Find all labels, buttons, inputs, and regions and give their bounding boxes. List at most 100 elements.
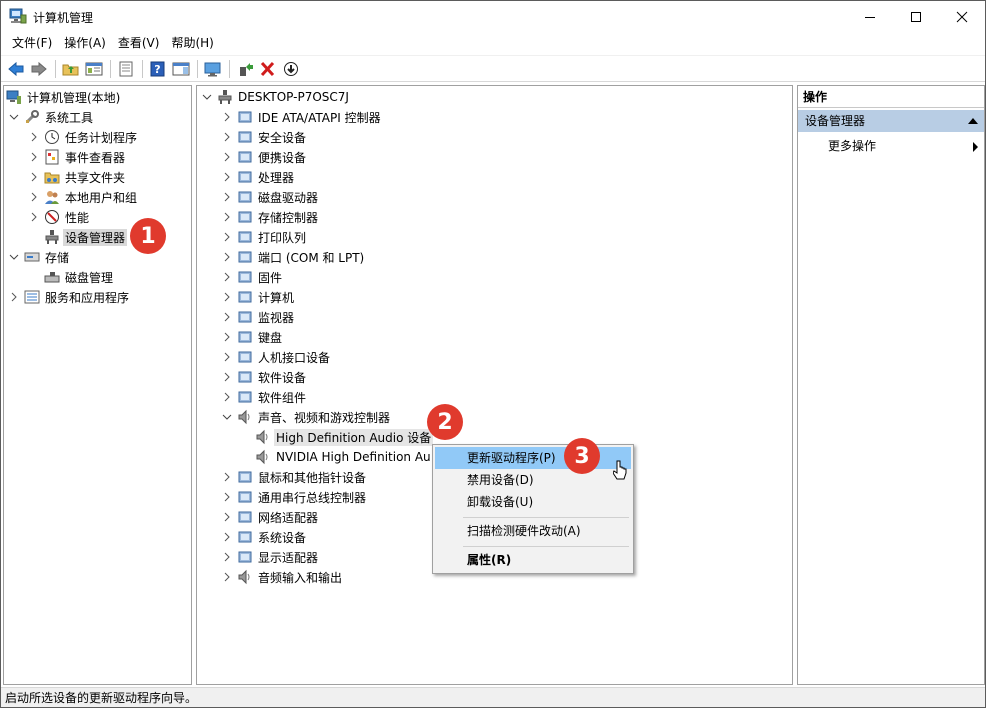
- device-category-19[interactable]: 系统设备: [221, 527, 308, 547]
- chevron-right-icon[interactable]: [221, 207, 233, 227]
- tree-item-event-viewer[interactable]: 事件查看器: [28, 147, 127, 167]
- chevron-right-icon[interactable]: [221, 527, 233, 547]
- actions-section-device-manager[interactable]: 设备管理器: [798, 110, 984, 132]
- device-category-9[interactable]: 计算机: [221, 287, 296, 307]
- tree-item-performance[interactable]: 性能: [28, 207, 91, 227]
- device-category-10[interactable]: 监视器: [221, 307, 296, 327]
- device-tree-root[interactable]: DESKTOP-P7OSC7J: [201, 87, 351, 107]
- scan-hardware-button[interactable]: [202, 58, 224, 80]
- tree-item-shared-folders[interactable]: 共享文件夹: [28, 167, 127, 187]
- menu-file[interactable]: 文件(F): [7, 33, 57, 53]
- shared-folder-icon: [44, 169, 60, 185]
- chevron-right-icon[interactable]: [28, 207, 40, 227]
- chevron-right-icon[interactable]: [221, 147, 233, 167]
- context-disable-device[interactable]: 禁用设备(D): [435, 469, 631, 491]
- context-update-driver[interactable]: 更新驱动程序(P): [435, 447, 631, 469]
- chevron-right-icon[interactable]: [221, 227, 233, 247]
- context-scan-hardware[interactable]: 扫描检测硬件改动(A): [435, 520, 631, 542]
- more-actions-item[interactable]: 更多操作: [828, 136, 978, 156]
- help-button[interactable]: ?: [147, 58, 169, 80]
- menu-view[interactable]: 查看(V): [113, 33, 165, 53]
- tree-item-computer-management[interactable]: 计算机管理(本地): [6, 87, 122, 107]
- device-category-21[interactable]: 音频输入和输出: [221, 567, 344, 587]
- chevron-right-icon[interactable]: [28, 127, 40, 147]
- show-action-pane-button[interactable]: [170, 58, 192, 80]
- device-category-3[interactable]: 处理器: [221, 167, 296, 187]
- device-category-14[interactable]: 软件组件: [221, 387, 308, 407]
- device-category-1[interactable]: 安全设备: [221, 127, 308, 147]
- device-category-0[interactable]: IDE ATA/ATAPI 控制器: [221, 107, 383, 127]
- collapse-arrow-icon[interactable]: [968, 118, 978, 124]
- download-circle-icon: [284, 61, 298, 76]
- device-category-20[interactable]: 显示适配器: [221, 547, 320, 567]
- menu-help[interactable]: 帮助(H): [166, 33, 218, 53]
- context-properties[interactable]: 属性(R): [435, 549, 631, 571]
- chevron-right-icon[interactable]: [28, 187, 40, 207]
- chevron-down-icon[interactable]: [8, 247, 20, 267]
- device-item-15-0[interactable]: High Definition Audio 设备: [255, 427, 434, 447]
- chevron-right-icon[interactable]: [221, 507, 233, 527]
- tree-item-storage[interactable]: 存储: [8, 247, 71, 267]
- device-category-2[interactable]: 便携设备: [221, 147, 308, 167]
- device-category-5[interactable]: 存储控制器: [221, 207, 320, 227]
- close-button[interactable]: [939, 1, 985, 32]
- tree-item-task-scheduler[interactable]: 任务计划程序: [28, 127, 139, 147]
- device-category-13[interactable]: 软件设备: [221, 367, 308, 387]
- device-category-7[interactable]: 端口 (COM 和 LPT): [221, 247, 366, 267]
- chevron-right-icon[interactable]: [221, 127, 233, 147]
- uninstall-device-button[interactable]: [257, 58, 279, 80]
- menu-action[interactable]: 操作(A): [59, 33, 111, 53]
- tree-item-system-tools[interactable]: 系统工具: [8, 107, 95, 127]
- up-folder-button[interactable]: [60, 58, 82, 80]
- chevron-down-icon[interactable]: [221, 407, 233, 427]
- chevron-right-icon[interactable]: [221, 567, 233, 587]
- chevron-right-icon[interactable]: [28, 167, 40, 187]
- device-category-17[interactable]: 通用串行总线控制器: [221, 487, 368, 507]
- chevron-right-icon[interactable]: [221, 107, 233, 127]
- device-category-8[interactable]: 固件: [221, 267, 284, 287]
- minimize-button[interactable]: [847, 1, 893, 32]
- device-item-15-1[interactable]: NVIDIA High Definition Au: [255, 447, 433, 467]
- chevron-down-icon[interactable]: [8, 107, 20, 127]
- device-category-6[interactable]: 打印队列: [221, 227, 308, 247]
- chevron-right-icon[interactable]: [221, 287, 233, 307]
- more-actions-label: 更多操作: [828, 139, 877, 153]
- device-category-12[interactable]: 人机接口设备: [221, 347, 332, 367]
- device-category-15[interactable]: 声音、视频和游戏控制器: [221, 407, 392, 427]
- chevron-right-icon[interactable]: [221, 387, 233, 407]
- chevron-right-icon[interactable]: [221, 467, 233, 487]
- update-driver-button[interactable]: [234, 58, 256, 80]
- maximize-button[interactable]: [893, 1, 939, 32]
- chevron-right-icon[interactable]: [221, 487, 233, 507]
- chevron-right-icon[interactable]: [28, 147, 40, 167]
- device-category-11[interactable]: 键盘: [221, 327, 284, 347]
- properties-sheet-button[interactable]: [115, 58, 137, 80]
- title-bar[interactable]: 计算机管理: [1, 1, 985, 32]
- device-category-4[interactable]: 磁盘驱动器: [221, 187, 320, 207]
- chevron-right-icon[interactable]: [221, 267, 233, 287]
- chevron-right-icon[interactable]: [221, 187, 233, 207]
- chevron-right-icon[interactable]: [221, 307, 233, 327]
- disable-device-button[interactable]: [280, 58, 302, 80]
- chevron-right-icon[interactable]: [221, 347, 233, 367]
- update-driver-icon: [240, 62, 253, 76]
- tree-item-services-apps[interactable]: 服务和应用程序: [8, 287, 131, 307]
- tree-item-device-manager[interactable]: 设备管理器: [44, 227, 128, 247]
- tree-item-local-users[interactable]: 本地用户和组: [28, 187, 139, 207]
- tree-item-disk-management[interactable]: 磁盘管理: [44, 267, 115, 287]
- chevron-right-icon[interactable]: [8, 287, 20, 307]
- chevron-down-icon[interactable]: [201, 87, 213, 107]
- device-category-label: 计算机: [258, 290, 295, 305]
- chevron-right-icon[interactable]: [221, 367, 233, 387]
- chevron-right-icon[interactable]: [221, 247, 233, 267]
- chevron-right-icon[interactable]: [221, 167, 233, 187]
- forward-button[interactable]: [28, 58, 50, 80]
- context-uninstall-device[interactable]: 卸载设备(U): [435, 491, 631, 513]
- show-hide-tree-button[interactable]: [83, 58, 105, 80]
- device-category-16[interactable]: 鼠标和其他指针设备: [221, 467, 368, 487]
- back-button[interactable]: [5, 58, 27, 80]
- chevron-right-icon[interactable]: [221, 547, 233, 567]
- chevron-right-icon[interactable]: [221, 327, 233, 347]
- device-category-18[interactable]: 网络适配器: [221, 507, 320, 527]
- actions-section-label: 设备管理器: [805, 114, 866, 128]
